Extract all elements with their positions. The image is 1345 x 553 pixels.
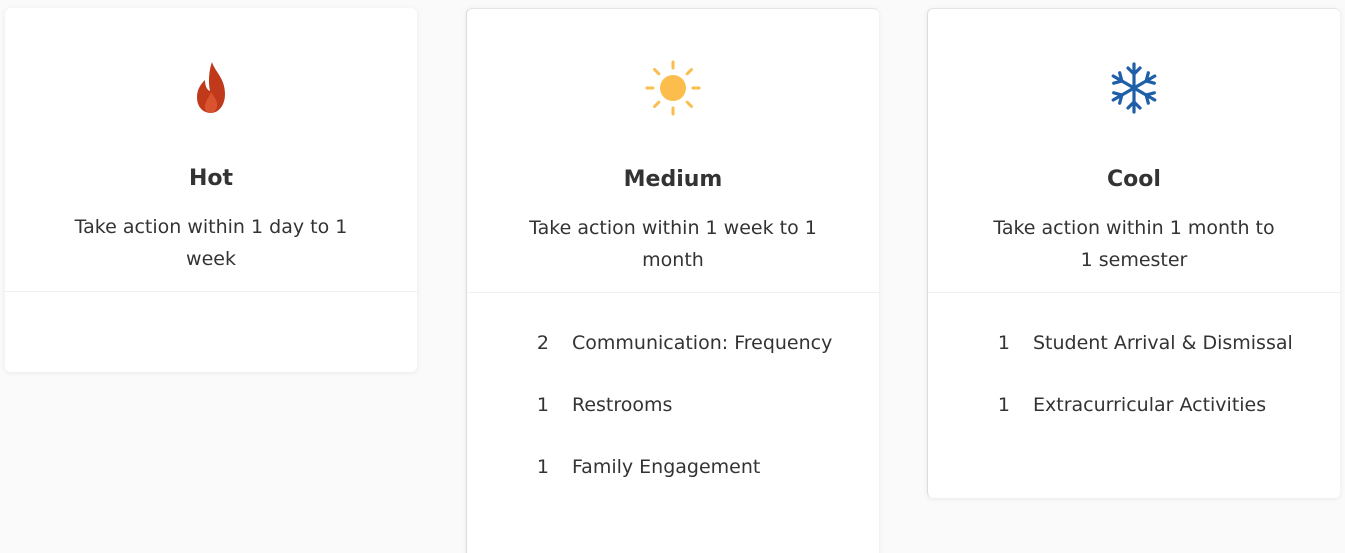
card-cool: Cool Take action within 1 month to 1 sem…	[927, 8, 1340, 498]
list-item[interactable]: 1 Restrooms	[467, 394, 879, 456]
snowflake-icon	[1111, 62, 1157, 114]
list-item[interactable]: 1 Student Arrival & Dismissal	[928, 332, 1340, 394]
item-count: 1	[997, 332, 1010, 354]
list-item[interactable]: 2 Communication: Frequency	[467, 332, 879, 394]
item-label: Communication: Frequency	[572, 332, 833, 354]
card-title: Medium	[623, 167, 723, 192]
card-medium-header: Medium Take action within 1 week to 1 mo…	[467, 9, 879, 293]
list-item[interactable]: 1 Extracurricular Activities	[928, 394, 1340, 456]
item-label: Family Engagement	[572, 456, 761, 478]
card-title: Cool	[1107, 167, 1161, 192]
sun-icon	[645, 60, 701, 116]
card-hot-header: Hot Take action within 1 day to 1 week	[5, 8, 417, 292]
flame-icon	[197, 62, 225, 113]
card-hot: Hot Take action within 1 day to 1 week	[5, 8, 417, 372]
item-count: 2	[536, 332, 549, 354]
list-item[interactable]: 1 Family Engagement	[467, 456, 879, 518]
priority-cards: Hot Take action within 1 day to 1 week M…	[0, 0, 1345, 553]
topic-list: 2 Communication: Frequency 1 Restrooms 1…	[467, 332, 879, 518]
card-description: Take action within 1 day to 1 week	[74, 216, 348, 270]
item-label: Student Arrival & Dismissal	[1033, 332, 1293, 354]
card-medium: Medium Take action within 1 week to 1 mo…	[466, 8, 879, 553]
item-label: Restrooms	[572, 394, 673, 416]
item-count: 1	[997, 394, 1010, 416]
card-cool-header: Cool Take action within 1 month to 1 sem…	[928, 9, 1340, 293]
card-description: Take action within 1 week to 1 month	[529, 217, 817, 271]
item-count: 1	[536, 456, 549, 478]
topic-list: 1 Student Arrival & Dismissal 1 Extracur…	[928, 332, 1340, 456]
item-count: 1	[536, 394, 549, 416]
item-label: Extracurricular Activities	[1033, 394, 1267, 416]
card-description: Take action within 1 month to 1 semester	[993, 217, 1275, 271]
card-title: Hot	[188, 166, 234, 191]
